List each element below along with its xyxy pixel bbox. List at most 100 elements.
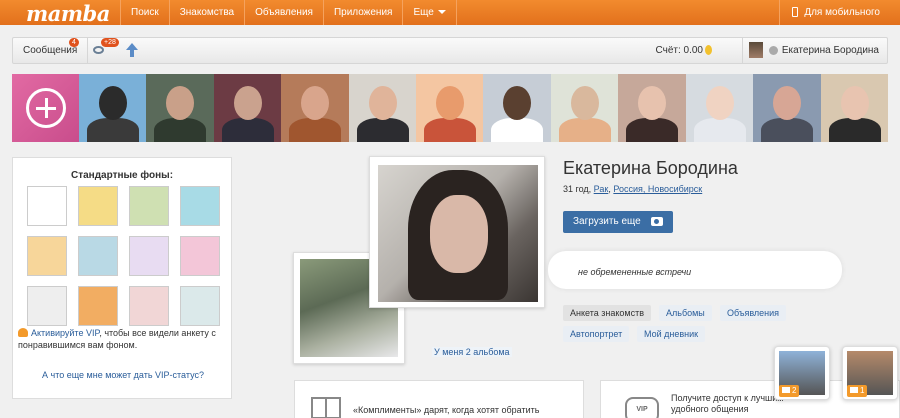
background-swatch[interactable] [27, 186, 67, 226]
background-swatch[interactable] [78, 236, 118, 276]
user-menu[interactable]: Екатерина Бородина [741, 38, 887, 63]
vip-access-line1: Получите доступ к лучшим [671, 393, 784, 403]
vip-access-text: Получите доступ к лучшим удобного общения [671, 393, 783, 415]
member-photo-body [221, 118, 274, 142]
account-balance[interactable]: Счёт: 0.00 [656, 38, 712, 63]
mobile-link[interactable]: Для мобильного [779, 0, 900, 25]
gift-icon [311, 397, 341, 418]
member-photo-body [154, 118, 207, 142]
nav-ads[interactable]: Объявления [244, 0, 323, 25]
member-photo-head [705, 86, 734, 120]
eye-icon[interactable] [93, 46, 104, 54]
nav-apps[interactable]: Приложения [322, 0, 403, 25]
member-photo[interactable] [348, 74, 417, 142]
member-photo[interactable] [78, 74, 147, 142]
compliments-text: «Комплименты» дарят, когда хотят обратит… [353, 405, 540, 415]
compliments-card[interactable]: «Комплименты» дарят, когда хотят обратит… [294, 380, 584, 418]
status-text: не обремененные встречи [578, 267, 692, 277]
tab-ads[interactable]: Объявления [720, 305, 787, 321]
member-photo[interactable] [416, 74, 484, 142]
tab-diary[interactable]: Мой дневник [637, 326, 706, 342]
location-link[interactable]: Россия, Новосибирск [613, 184, 702, 194]
backgrounds-panel: Стандартные фоны: [12, 157, 232, 399]
plus-icon [26, 88, 66, 128]
background-swatch[interactable] [180, 236, 220, 276]
nav-dating[interactable]: Знакомства [168, 0, 244, 25]
coin-icon [705, 45, 712, 56]
background-swatch[interactable] [180, 186, 220, 226]
user-toolbar: Сообщения 4 +28 Счёт: 0.00 Екатерина Бор… [12, 37, 888, 64]
upload-label: Загрузить еще [573, 216, 641, 227]
member-photo-head [773, 86, 802, 120]
background-swatch[interactable] [180, 286, 220, 326]
member-photo[interactable] [618, 74, 686, 142]
nav-more-label: Еще [413, 7, 434, 18]
envelope-icon [850, 387, 858, 393]
member-photo[interactable] [281, 74, 349, 142]
nav-search[interactable]: Поиск [120, 0, 169, 25]
member-photo-head [233, 86, 262, 120]
member-photo[interactable] [213, 74, 282, 142]
member-photo-head [436, 86, 465, 120]
mobile-label: Для мобильного [804, 7, 880, 18]
phone-icon [792, 7, 799, 18]
status-cloud[interactable]: не обремененные встречи [548, 251, 842, 289]
messages-label: Сообщения [23, 45, 78, 56]
background-swatch[interactable] [27, 286, 67, 326]
floating-contact-2[interactable]: 1 [842, 346, 898, 400]
nav-more[interactable]: Еще [402, 0, 457, 25]
tab-selfportrait[interactable]: Автопортрет [563, 326, 630, 342]
member-photo-head [368, 86, 397, 120]
main-photo-image [378, 165, 538, 302]
member-photo[interactable] [146, 74, 214, 142]
chevron-down-icon [437, 10, 446, 15]
member-photo[interactable] [820, 74, 889, 142]
crown-icon [18, 328, 28, 337]
vip-more-link[interactable]: А что еще мне может дать VIP-статус? [42, 370, 204, 380]
messages-count-badge: 4 [69, 38, 79, 47]
background-swatch[interactable] [78, 186, 118, 226]
member-photo-head [98, 86, 127, 120]
member-photo-body [491, 118, 544, 142]
member-photo[interactable] [753, 74, 821, 142]
photo-face [430, 195, 488, 273]
unread-count: 1 [860, 386, 865, 395]
member-photo-body [289, 118, 342, 142]
mamba-logo[interactable]: mamba [26, 1, 110, 26]
main-nav: Поиск Знакомства Объявления Приложения Е… [120, 0, 457, 25]
views-count-badge: +28 [101, 38, 119, 47]
floating-contact-1[interactable]: 2 [774, 346, 830, 400]
camera-icon [651, 217, 663, 226]
background-swatch[interactable] [129, 186, 169, 226]
member-photo-body [558, 118, 611, 142]
member-photo-body [761, 118, 814, 142]
activate-vip-link[interactable]: Активируйте VIP [31, 328, 99, 338]
member-photo[interactable] [483, 74, 551, 142]
profile-details: 31 год, Рак, Россия, Новосибирск [563, 184, 703, 194]
member-photo-body [424, 118, 477, 142]
tab-albums[interactable]: Альбомы [659, 305, 712, 321]
member-photo-head [840, 86, 869, 120]
top-navigation-bar: mamba Поиск Знакомства Объявления Прилож… [0, 0, 900, 26]
albums-link[interactable]: У меня 2 альбома [432, 347, 512, 357]
member-photo-body [356, 118, 409, 142]
tab-dating-profile[interactable]: Анкета знакомств [563, 305, 651, 321]
background-swatch[interactable] [129, 286, 169, 326]
member-photo[interactable] [685, 74, 754, 142]
avatar [748, 42, 763, 59]
member-photo-head [301, 86, 330, 120]
member-photo-body [828, 118, 881, 142]
arrow-up-icon[interactable] [126, 43, 138, 57]
member-photo[interactable] [550, 74, 619, 142]
main-profile-photo[interactable] [369, 156, 545, 308]
add-photo-tile[interactable] [12, 74, 79, 142]
background-swatch[interactable] [27, 236, 67, 276]
unread-badge: 2 [779, 385, 800, 397]
member-photo-head [570, 86, 599, 120]
unread-count: 2 [792, 386, 797, 395]
background-swatch[interactable] [129, 236, 169, 276]
background-swatch[interactable] [78, 286, 118, 326]
zodiac-link[interactable]: Рак [594, 184, 609, 194]
upload-more-button[interactable]: Загрузить еще [563, 211, 673, 233]
member-photo-body [693, 118, 746, 142]
